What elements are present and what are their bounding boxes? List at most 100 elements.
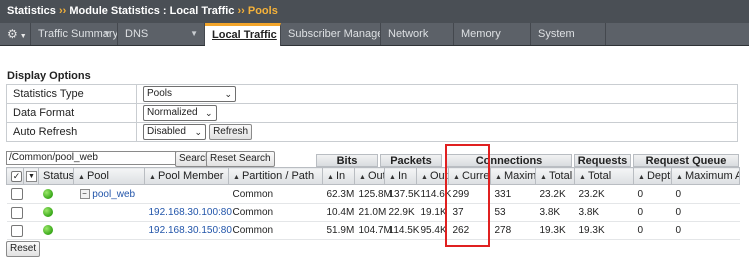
column-header-maximum-age[interactable]: ▲Maximum Age [671, 167, 740, 185]
select-value: Pools [147, 88, 173, 99]
total-cell: 19.3K [535, 221, 575, 240]
data-format-select[interactable]: Normalized ⌄ [143, 105, 217, 121]
column-header-pool-member[interactable]: ▲ Pool Member [144, 167, 229, 185]
auto-refresh-select[interactable]: Disabled ⌄ [143, 124, 206, 140]
chevron-down-icon[interactable]: ▼ [26, 170, 37, 182]
reset-search-button[interactable]: Reset Search [206, 151, 275, 167]
chevron-down-icon: ▼ [103, 29, 111, 38]
title-bar: Statistics ›› Module Statistics : Local … [0, 0, 749, 24]
packets-out-cell: 19.1K [416, 203, 449, 222]
requests-total-cell: 23.2K [574, 184, 634, 204]
breadcrumb-module-statistics[interactable]: Module Statistics : Local Traffic [69, 5, 234, 17]
column-header-depth[interactable]: ▲Depth [633, 167, 672, 185]
refresh-button[interactable]: Refresh [209, 124, 253, 140]
maximum-cell: 53 [490, 203, 536, 222]
chevron-down-icon: ▼ [190, 29, 198, 38]
pool-member-link[interactable]: 192.168.30.100:80 [149, 207, 232, 218]
tab-memory[interactable]: Memory [454, 23, 531, 45]
status-cell [38, 221, 74, 240]
auto-refresh-label: Auto Refresh [6, 122, 137, 142]
row-checkbox[interactable] [10, 206, 23, 219]
column-label: Maximum [503, 170, 536, 182]
column-label: Partition / Path [241, 170, 315, 182]
sort-ascending-icon: ▲ [233, 174, 240, 181]
pool-cell: − pool_web [73, 184, 145, 204]
statistics-type-select[interactable]: Pools ⌄ [143, 86, 236, 102]
sort-ascending-icon: ▲ [495, 174, 502, 181]
search-input[interactable]: /Common/pool_web [6, 151, 176, 165]
column-header-status[interactable]: Status [38, 167, 74, 185]
maximum-cell: 278 [490, 221, 536, 240]
pool-member-cell [144, 184, 229, 204]
status-cell [38, 184, 74, 204]
partition-cell: Common [228, 184, 323, 204]
column-header-packets-in[interactable]: ▲ In [384, 167, 417, 185]
depth-cell: 0 [633, 203, 672, 222]
column-label: Pool Member [157, 170, 224, 182]
column-header-packets-out[interactable]: ▲ Out [416, 167, 449, 185]
spacer-cell [23, 184, 39, 204]
sort-ascending-icon: ▲ [638, 174, 645, 181]
tab-traffic-summary[interactable]: Traffic Summary ▼ [31, 23, 118, 45]
column-header-total[interactable]: ▲ Total [535, 167, 575, 185]
collapse-icon[interactable]: − [79, 188, 90, 199]
tab-label: System [538, 28, 575, 40]
row-checkbox[interactable] [10, 188, 23, 200]
bits-in-cell: 51.9M [322, 221, 355, 240]
column-header-partition[interactable]: ▲ Partition / Path [228, 167, 323, 185]
breadcrumb-statistics[interactable]: Statistics [7, 5, 56, 17]
group-header-bits: Bits [316, 154, 378, 167]
requests-total-cell: 3.8K [574, 203, 634, 222]
tab-network[interactable]: Network [381, 23, 454, 45]
tab-system[interactable]: System [531, 23, 606, 45]
breadcrumb-separator: ›› [237, 5, 245, 17]
column-header-pool[interactable]: ▲ Pool [73, 167, 145, 185]
column-label: In [397, 170, 408, 182]
column-header-bits-in[interactable]: ▲ In [322, 167, 355, 185]
gear-menu[interactable]: ⚙ ▼ [0, 23, 31, 45]
column-header-bits-out[interactable]: ▲ Out [354, 167, 385, 185]
sort-ascending-icon: ▲ [389, 174, 396, 181]
depth-cell: 0 [633, 221, 672, 240]
row-select-cell [6, 221, 24, 240]
column-label: In [335, 170, 346, 182]
sort-ascending-icon: ▲ [149, 174, 156, 181]
tab-label: Memory [461, 28, 501, 40]
pool-cell [73, 203, 145, 222]
column-header-maximum[interactable]: ▲Maximum [490, 167, 536, 185]
select-all-header: ✓ [6, 167, 24, 185]
display-options-table: Statistics Type Pools ⌄ Data Format Norma… [6, 84, 738, 142]
pool-member-link[interactable]: 192.168.30.150:80 [149, 225, 232, 236]
sort-ascending-icon: ▲ [78, 174, 85, 181]
tab-dns[interactable]: DNS ▼ [118, 23, 205, 45]
column-header-requests-total[interactable]: ▲ Total [574, 167, 634, 185]
reset-button[interactable]: Reset [6, 241, 41, 257]
chevron-down-icon: ⌄ [205, 108, 213, 118]
pool-member-cell: 192.168.30.100:80 [144, 203, 232, 222]
bits-in-cell: 62.3M [322, 184, 355, 204]
data-format-label: Data Format [6, 103, 137, 123]
bits-in-cell: 10.4M [322, 203, 355, 222]
maximum-age-cell: 0 [671, 184, 740, 204]
packets-in-cell: 22.9K [384, 203, 417, 222]
column-label: Pool [86, 170, 109, 182]
gear-icon: ⚙ [7, 27, 18, 41]
chevron-down-icon: ▼ [19, 33, 27, 40]
maximum-age-cell: 0 [671, 221, 740, 240]
row-checkbox[interactable] [10, 224, 23, 237]
select-all-checkbox[interactable]: ✓ [11, 170, 22, 182]
tab-label: DNS [125, 28, 149, 40]
tab-subscriber-management[interactable]: Subscriber Management [281, 23, 381, 45]
table-row: 192.168.30.150:80 Common 51.9M 104.7M 11… [6, 221, 740, 240]
breadcrumb: Statistics ›› Module Statistics : Local … [7, 5, 278, 17]
pool-link[interactable]: pool_web [92, 189, 135, 200]
group-header-packets: Packets [380, 154, 442, 167]
spacer-cell [23, 203, 39, 222]
packets-out-cell: 95.4K [416, 221, 449, 240]
tab-local-traffic[interactable]: Local Traffic [205, 23, 281, 46]
status-available-icon [42, 225, 53, 236]
column-label: Total [587, 170, 612, 182]
sort-ascending-icon: ▲ [676, 174, 683, 181]
pool-member-cell: 192.168.30.150:80 [144, 221, 232, 240]
spacer-cell [23, 221, 39, 240]
